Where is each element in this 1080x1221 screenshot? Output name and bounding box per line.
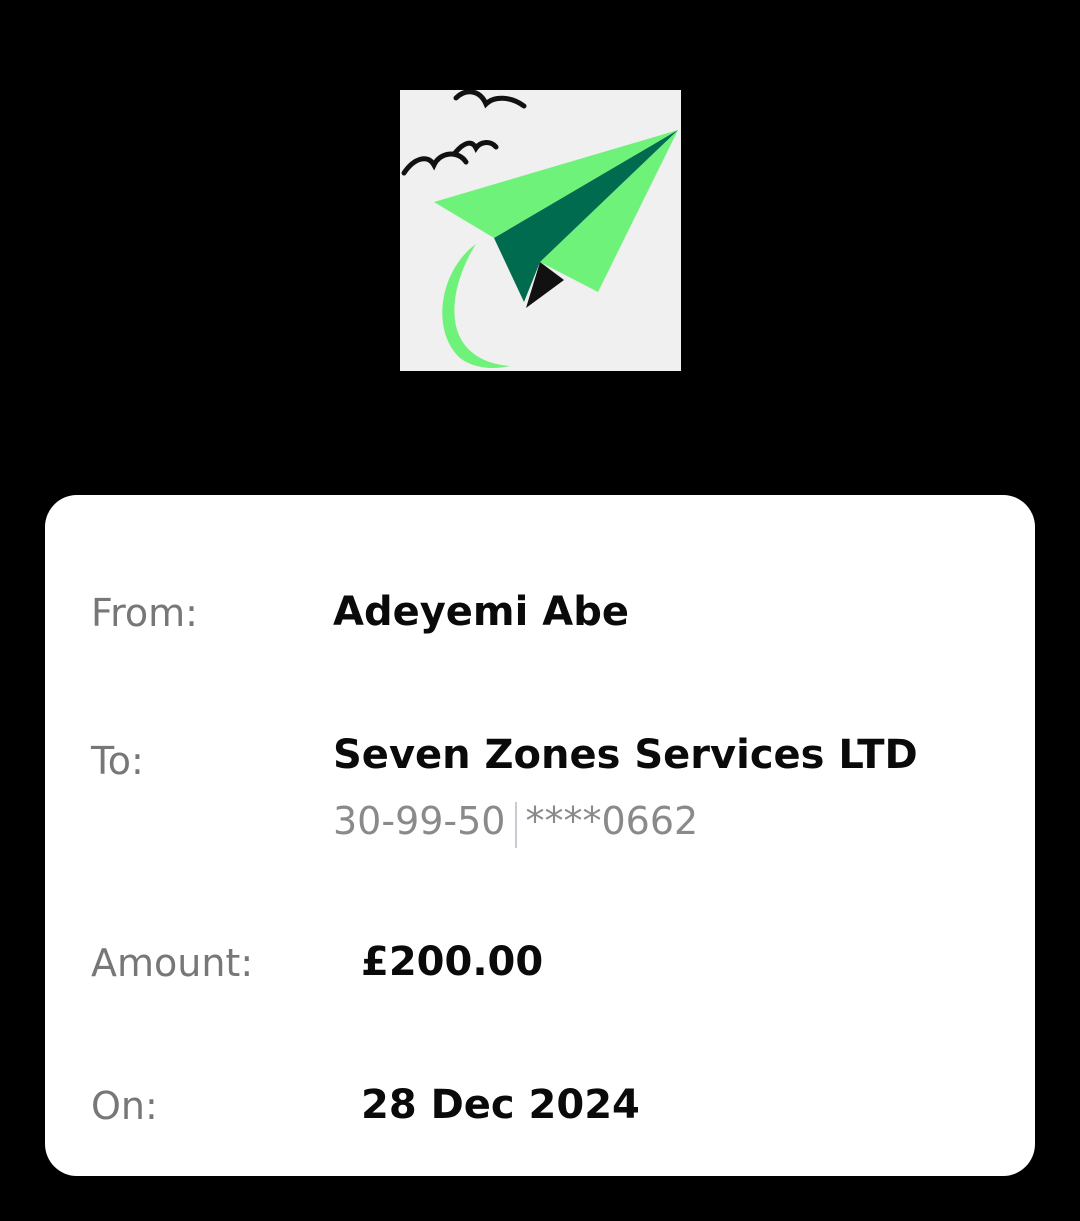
amount-value: £200.00 xyxy=(361,939,544,985)
from-value: Adeyemi Abe xyxy=(333,589,629,635)
date-value: 28 Dec 2024 xyxy=(361,1082,640,1128)
amount-label: Amount: xyxy=(91,941,254,985)
bird-icon xyxy=(453,90,527,109)
app-logo xyxy=(400,90,681,371)
sort-code: 30-99-50 xyxy=(333,799,506,843)
from-label: From: xyxy=(91,591,198,635)
to-label: To: xyxy=(91,739,144,783)
date-label: On: xyxy=(91,1084,158,1128)
swoosh-trail xyxy=(442,244,510,368)
account-number: ****0662 xyxy=(525,799,699,843)
bird-icon xyxy=(452,140,499,156)
account-details: 30-99-50 ****0662 xyxy=(333,798,699,848)
divider xyxy=(515,802,518,848)
payment-receipt-screen: From: Adeyemi Abe To: Seven Zones Servic… xyxy=(0,0,1080,1221)
receipt-card: From: Adeyemi Abe To: Seven Zones Servic… xyxy=(45,495,1035,1176)
to-value: Seven Zones Services LTD xyxy=(333,732,918,778)
bird-icon xyxy=(401,151,469,176)
paper-plane-birds-logo-icon xyxy=(401,90,678,368)
